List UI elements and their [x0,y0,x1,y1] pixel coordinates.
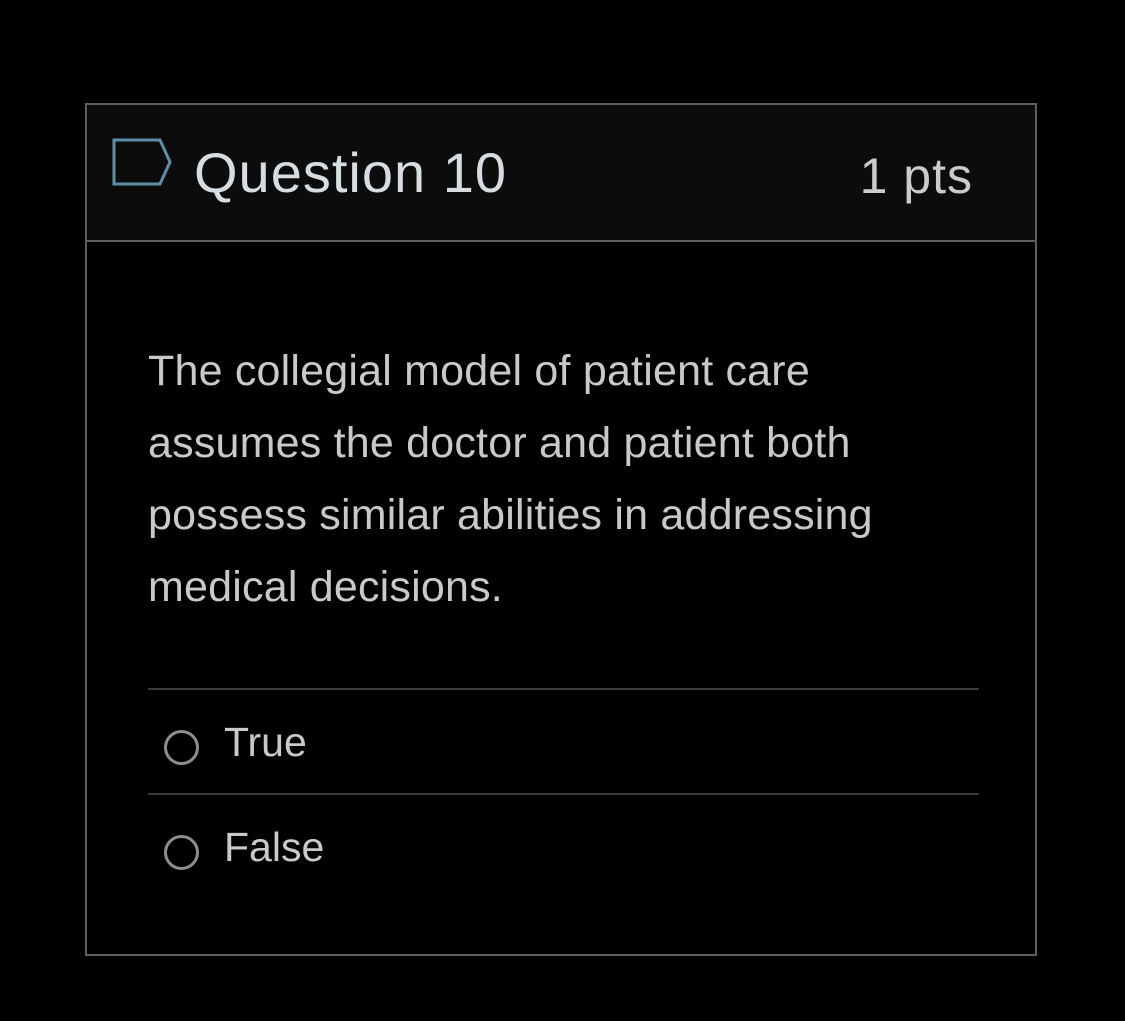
answer-option-false[interactable]: False [148,793,979,898]
answer-list: True False [148,688,979,898]
answer-label-false[interactable]: False [224,821,324,873]
radio-button-true[interactable] [164,730,199,765]
answer-label-true[interactable]: True [224,716,307,768]
question-card: Question 10 1 pts The collegial model of… [85,103,1037,956]
question-text: The collegial model of patient care assu… [148,347,873,611]
question-points: 1 pts [859,148,973,204]
radio-button-false[interactable] [164,835,199,870]
flag-question-icon[interactable] [111,137,173,187]
question-header: Question 10 1 pts [87,105,1035,242]
question-title: Question 10 [194,141,507,204]
answer-option-true[interactable]: True [148,688,979,793]
